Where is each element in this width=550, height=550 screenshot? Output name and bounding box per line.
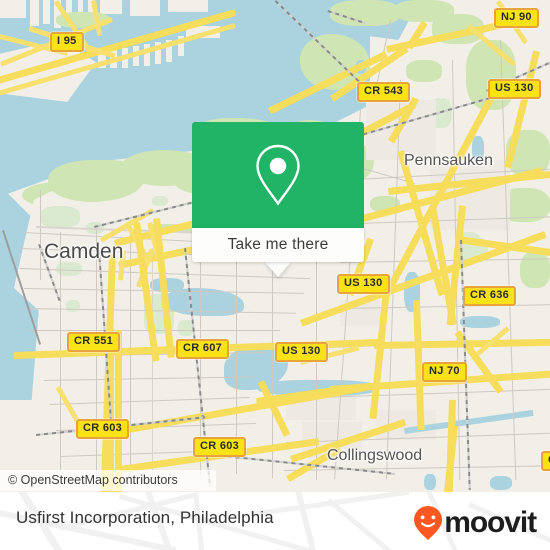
map-water-pond-9 [490,476,512,490]
footer-watermark-line [326,498,422,550]
map-land-pier-8 [100,0,122,14]
map-route-shield: CR 636 [463,286,517,306]
footer-watermark-line [294,492,320,550]
moovit-wordmark: moovit [444,506,537,539]
map-water-pond-8 [424,474,436,490]
map-green-ne-7 [406,60,442,82]
map-land-pier-9 [130,0,160,16]
map-canvas[interactable]: I 95 CR 543 US 130 NJ 90 US 130 CR 636 CR 551 C… [0,0,550,492]
map-place-label: Pennsauken [404,152,493,169]
map-green-ne-16 [520,252,550,288]
take-me-there-button[interactable]: Take me there [192,228,364,262]
moovit-logo[interactable]: moovit [412,505,537,541]
map-land-pier-1 [0,0,26,18]
moovit-smiley-pin-icon [414,506,443,540]
map-green-camden-11 [66,300,80,312]
map-land-pier-2 [30,0,39,26]
map-route-shield: US 130 [337,274,390,294]
map-screenshot: I 95 CR 543 US 130 NJ 90 US 130 CR 636 CR 551 C… [0,0,550,550]
map-land-pier-10 [168,0,208,12]
map-route-shield: CR 603 [193,437,247,457]
map-place-label: Camden [44,240,124,263]
map-route-shield: CR 543 [357,82,411,102]
popup-header [192,122,364,228]
map-water-creek-3 [206,40,213,52]
map-water-pond-5 [460,316,500,328]
map-route-shield: CR 607 [176,339,230,359]
map-attribution[interactable]: © OpenStreetMap contributors [0,470,216,491]
map-road-secondary [152,248,153,478]
map-place-label: Collingswood [327,447,423,464]
location-popup[interactable]: Take me there [192,122,364,277]
map-route-shield: NJ 70 [422,362,467,382]
map-route-shield: NJ 90 [494,8,539,28]
map-road-minor [130,230,131,480]
map-route-shield: CR 551 [67,332,121,352]
location-title: Usfirst Incorporation, Philadelphia [16,508,274,527]
popup-tail [265,262,291,277]
map-land-pier-3 [43,0,50,24]
map-route-shield: CR 603 [76,419,130,439]
map-route-shield: US 130 [488,79,541,99]
map-route-shield: I 95 [50,32,84,52]
footer-bar: Usfirst Incorporation, Philadelphia moov… [0,492,550,550]
map-route-shield: US 130 [275,342,328,362]
map-pin-icon [256,144,300,206]
map-route-shield: C [541,451,550,471]
